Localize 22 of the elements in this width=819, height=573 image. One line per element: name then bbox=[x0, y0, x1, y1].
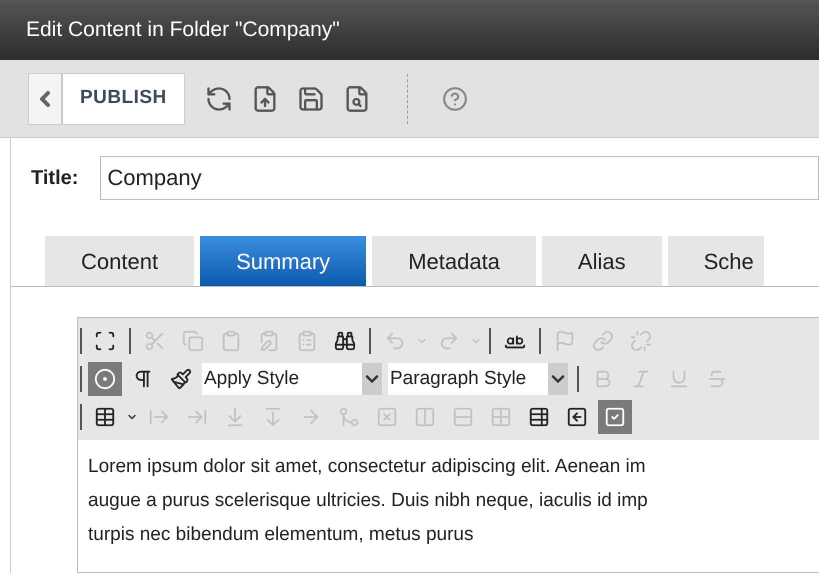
style-dropdown[interactable]: Paragraph Style bbox=[388, 363, 568, 395]
circle-dot-button[interactable] bbox=[88, 362, 122, 396]
style-dropdown[interactable]: Apply Style bbox=[202, 363, 382, 395]
caret-icon bbox=[362, 363, 382, 395]
square-check-button[interactable] bbox=[598, 400, 632, 434]
text-line: Lorem ipsum dolor sit amet, consectetur adipiscing elit. Aenean im bbox=[88, 455, 646, 479]
help-icon bbox=[442, 86, 468, 112]
refresh-icon bbox=[204, 84, 233, 112]
back-button[interactable] bbox=[28, 72, 62, 124]
text-line: turpis nec bibendum elementum, metus purus bbox=[88, 523, 474, 547]
save-icon bbox=[296, 84, 325, 112]
tab[interactable]: Sche bbox=[668, 236, 764, 286]
title-label: Title: bbox=[31, 166, 78, 191]
text-line: augue a purus scelerisque ultricies. Duis nibh neque, iaculis id imp bbox=[88, 489, 648, 513]
caret-icon bbox=[548, 363, 568, 395]
tab[interactable]: Content bbox=[45, 236, 194, 286]
title-input[interactable]: Company bbox=[100, 156, 819, 200]
tab[interactable]: Alias bbox=[542, 236, 662, 286]
tab[interactable]: Metadata bbox=[372, 236, 536, 286]
publish-button[interactable]: PUBLISH bbox=[62, 72, 185, 124]
window-title: Edit Content in Folder "Company" bbox=[26, 17, 340, 44]
tab[interactable]: Summary bbox=[200, 236, 366, 286]
